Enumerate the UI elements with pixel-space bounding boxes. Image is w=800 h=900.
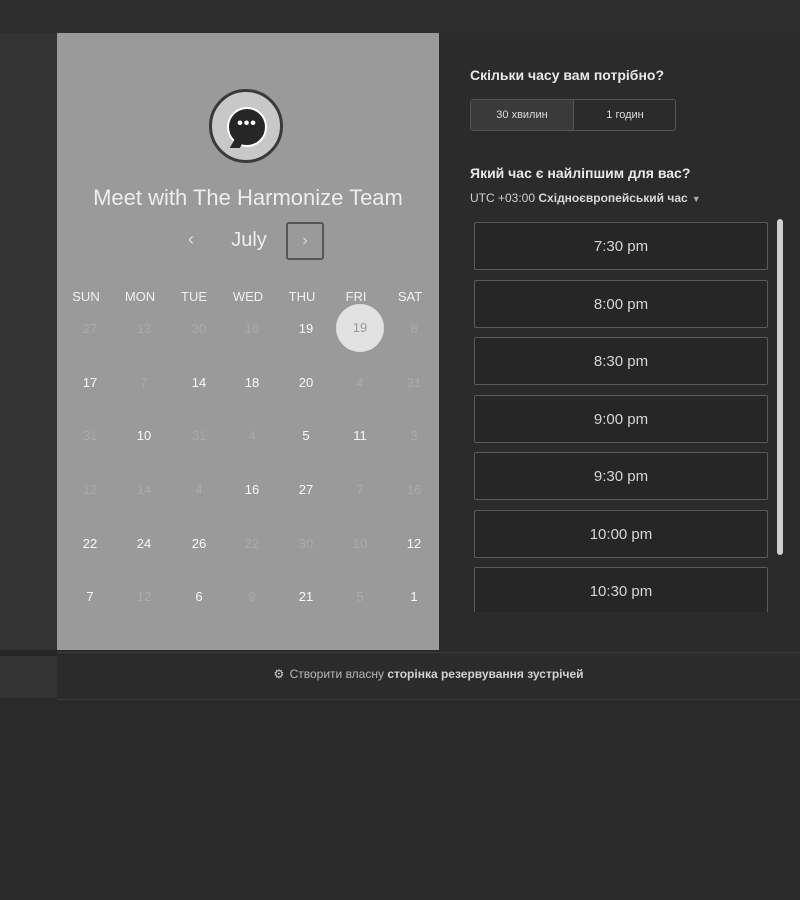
calendar-day[interactable]: 26 (172, 536, 226, 551)
calendar-day[interactable]: 10 (117, 428, 171, 443)
hubspot-sprocket-icon: ⚙ (273, 667, 285, 681)
time-slot-button[interactable]: 7:30 pm (474, 222, 768, 270)
calendar-day[interactable]: 12 (387, 536, 441, 551)
chevron-down-icon: ▼ (691, 194, 701, 204)
previous-month-button[interactable]: ‹ (179, 229, 203, 250)
time-slot-button[interactable]: 9:00 pm (474, 394, 768, 443)
month-navigation: ‹ July › (57, 221, 439, 263)
calendar-day-unavailable: 8 (410, 321, 418, 336)
calendar-day-unavailable: 13 (136, 321, 152, 336)
calendar-day-unavailable: 12 (136, 589, 152, 604)
time-slot-button[interactable]: 10:00 pm (474, 509, 768, 558)
footer-link[interactable]: ⚙ Створити власну сторінка резервування … (57, 667, 800, 681)
calendar-day-unavailable: 10 (352, 536, 368, 551)
calendar-day[interactable]: 24 (117, 536, 171, 551)
calendar-day-unavailable: 22 (244, 536, 260, 551)
weekday-header-row: SUN MON TUE WED THU FRI SAT (57, 289, 439, 305)
calendar-day-unavailable: 7 (140, 375, 148, 390)
time-question: Який час є найліпшим для вас? (470, 165, 691, 181)
calendar-day[interactable]: 6 (172, 589, 226, 604)
calendar-day-unavailable: 9 (248, 589, 256, 604)
calendar-day-unavailable: 14 (136, 482, 152, 497)
calendar-day-unavailable: 31 (82, 428, 98, 443)
calendar-day[interactable]: 14 (172, 375, 226, 390)
calendar-day[interactable]: 22 (63, 536, 117, 551)
page-left-strip (0, 33, 57, 698)
calendar-day-unavailable: 27 (82, 321, 98, 336)
calendar-day[interactable]: 16 (225, 482, 279, 497)
footer-text: Створити власну (289, 667, 384, 681)
scrollbar[interactable] (777, 219, 783, 555)
calendar-day-unavailable: 7 (356, 482, 364, 497)
selected-date[interactable]: 19 (336, 304, 384, 352)
divider (0, 650, 57, 656)
calendar-day-unavailable: 4 (248, 428, 256, 443)
timezone-offset: UTC +03:00 (470, 191, 536, 205)
calendar-day[interactable]: 20 (279, 375, 333, 390)
weekday-header: SAT (397, 289, 423, 304)
footer: ⚙ Створити власну сторінка резервування … (57, 652, 800, 700)
calendar-day[interactable]: 1 (387, 589, 441, 604)
weekday-header: TUE (181, 289, 207, 304)
calendar-day[interactable]: 27 (279, 482, 333, 497)
time-slot-list[interactable]: 7:30 pm 8:00 pm 8:30 pm 9:00 pm 9:30 pm 10:00… (474, 222, 770, 612)
calendar-day-unavailable: 3 (410, 428, 418, 443)
calendar-day-unavailable: 31 (406, 375, 422, 390)
weekday-header: THU (288, 289, 316, 304)
time-slot-button[interactable]: 10:30 pm (474, 567, 768, 612)
weekday-header: WED (232, 289, 264, 304)
weekday-header: SUN (72, 289, 100, 304)
scrollbar-thumb[interactable] (777, 219, 783, 555)
calendar-day-unavailable: 4 (356, 375, 364, 390)
calendar-day-unavailable: 30 (298, 536, 314, 551)
duration-option-30-min[interactable]: 30 хвилин (471, 100, 574, 130)
top-bar (0, 0, 800, 33)
calendar-panel: ••• Meet with The Harmonize Team ‹ July … (57, 33, 439, 650)
duration-question: Скільки часу вам потрібно? (470, 67, 665, 83)
meeting-title: Meet with The Harmonize Team (93, 185, 403, 210)
calendar-day[interactable]: 5 (279, 428, 333, 443)
weekday-header: MON (124, 289, 156, 304)
time-slot-button[interactable]: 9:30 pm (474, 452, 768, 500)
calendar-day-unavailable: 30 (191, 321, 207, 336)
calendar-day-unavailable: 4 (195, 482, 203, 497)
timezone-selector[interactable]: UTC +03:00 Східноєвропейський час ▼ (470, 191, 701, 205)
footer-link-text[interactable]: сторінка резервування зустрічей (387, 667, 583, 681)
calendar-day-unavailable: 5 (356, 589, 364, 604)
duration-selector: 30 хвилин 1 годин (470, 99, 676, 131)
calendar-day[interactable]: 18 (225, 375, 279, 390)
calendar-day[interactable]: 7 (63, 589, 117, 604)
duration-option-1-hour[interactable]: 1 годин (574, 100, 676, 130)
calendar-day[interactable]: 21 (279, 589, 333, 604)
calendar-day[interactable]: 17 (63, 375, 117, 390)
scheduling-panel: Скільки часу вам потрібно? 30 хвилин 1 г… (439, 33, 800, 650)
calendar-day-unavailable: 16 (406, 482, 422, 497)
calendar-day[interactable]: 19 (279, 321, 333, 336)
calendar-day-unavailable: 12 (82, 482, 98, 497)
company-logo: ••• (209, 89, 283, 163)
month-label: July (231, 229, 267, 251)
calendar-day-unavailable: 31 (191, 428, 207, 443)
calendar-day-unavailable: 16 (244, 321, 260, 336)
calendar-day[interactable]: 11 (333, 428, 387, 443)
weekday-header: FRI (345, 289, 367, 304)
time-slot-button[interactable]: 8:00 pm (474, 279, 768, 328)
timezone-name: Східноєвропейський час (538, 191, 688, 205)
next-month-button[interactable]: › (286, 222, 324, 260)
time-slot-button[interactable]: 8:30 pm (474, 337, 768, 385)
